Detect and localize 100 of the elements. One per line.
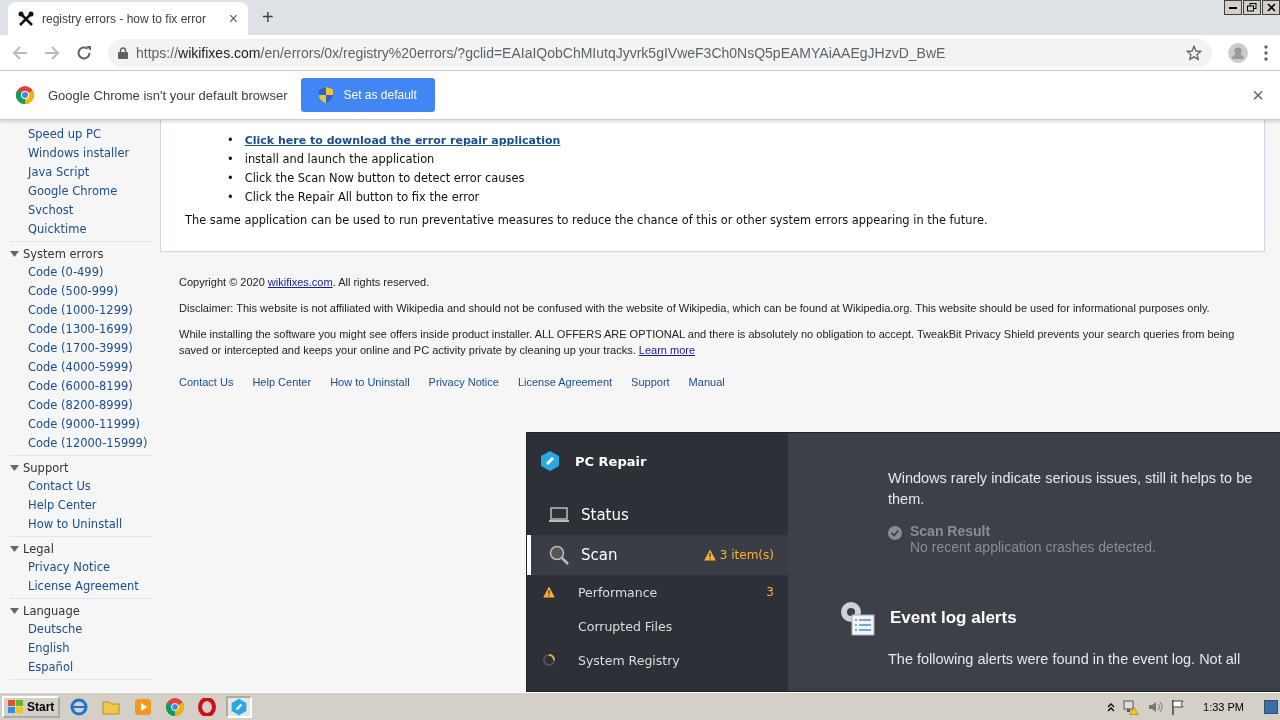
app-title: PC Repair xyxy=(575,453,647,469)
folder-icon xyxy=(102,698,121,715)
section-text: The following alerts were found in the event log. Not all xyxy=(888,651,1242,667)
restore-icon xyxy=(1247,3,1257,12)
nav-item[interactable]: Scan 3 item(s) xyxy=(527,535,788,575)
sidebar-link[interactable]: Code (4000-5999) xyxy=(10,358,152,377)
sidebar-link[interactable]: Java Script xyxy=(10,163,152,182)
nav-sublabel[interactable]: Corrupted Files xyxy=(578,618,673,634)
instruction-step: install and launch the application xyxy=(244,150,435,169)
disclaimer-text: Disclaimer: This website is not affiliated with Wikipedia and should not be confused with the website of Wikipedia, which can be found at Wikipedia.org. This website should be used for informational purposes only. xyxy=(179,301,1211,316)
address-field[interactable]: https://wikifixes.com/en/errors/0x/registry%20errors/?gclid=EAIaIQobChMIutqJyvrk5gIVweF3Ch0NsQ5pEAMYAiAAEgJHzvD_BwE xyxy=(108,38,1212,67)
nav-sublabel[interactable]: Performance xyxy=(578,584,658,600)
sidebar-section-title[interactable]: Support xyxy=(23,460,69,475)
expand-triangle-icon[interactable] xyxy=(10,545,19,552)
sidebar-link[interactable]: Google Chrome xyxy=(10,182,152,201)
sidebar-link[interactable]: Code (9000-11999) xyxy=(10,415,152,434)
close-button[interactable] xyxy=(1262,0,1280,15)
show-desktop-icon[interactable] xyxy=(1264,699,1278,714)
sidebar-link[interactable]: Code (500-999) xyxy=(10,282,152,301)
restore-button[interactable] xyxy=(1243,0,1261,15)
chevron-up-icon[interactable] xyxy=(1107,701,1116,712)
instruction-step: Click the Scan Now button to detect error causes xyxy=(244,169,525,188)
lock-icon xyxy=(118,46,128,59)
chrome-logo-icon xyxy=(16,86,34,104)
sidebar-link[interactable]: Code (0-499) xyxy=(10,263,152,282)
footer-link[interactable]: Contact Us xyxy=(179,376,234,388)
new-tab-button[interactable]: + xyxy=(262,6,274,29)
sidebar-link[interactable]: Svchost xyxy=(10,201,152,220)
note-text: The same application can be used to run preventative measures to reduce the chance of this or other system errors appearing in the future. xyxy=(185,213,989,227)
sidebar-link[interactable]: License Agreement xyxy=(10,577,152,596)
profile-icon[interactable] xyxy=(1228,42,1248,63)
check-circle-icon xyxy=(888,526,902,540)
minimize-button[interactable] xyxy=(1224,0,1242,15)
nav-item[interactable]: Status xyxy=(527,495,788,535)
sidebar-link[interactable]: Speed up PC xyxy=(10,125,152,144)
sidebar-link[interactable]: Windows installer xyxy=(10,144,152,163)
nav-sublabel[interactable]: System Registry xyxy=(578,652,680,668)
expand-triangle-icon[interactable] xyxy=(10,607,19,614)
items-count: 3 item(s) xyxy=(719,548,774,562)
globe-icon xyxy=(70,697,89,716)
nav-label: Scan xyxy=(581,546,618,564)
sidebar-link[interactable]: Code (12000-15999) xyxy=(10,434,152,453)
sidebar-link[interactable]: Privacy Notice xyxy=(10,558,152,577)
sidebar-section-title[interactable]: System errors xyxy=(23,246,104,261)
sidebar-link[interactable]: How to Uninstall xyxy=(10,515,152,534)
site-link[interactable]: wikifixes.com xyxy=(267,276,333,288)
bullet: • xyxy=(227,151,234,168)
description-text: Windows rarely indicate serious issues, still it helps to be xyxy=(888,469,1254,488)
chrome-icon xyxy=(166,697,185,716)
footer-link[interactable]: Help Center xyxy=(252,376,312,388)
reload-icon[interactable] xyxy=(76,44,92,61)
description-text: them. xyxy=(888,490,926,509)
bullet: • xyxy=(227,189,234,206)
sidebar-section-title[interactable]: Legal xyxy=(23,541,54,556)
browser-tab[interactable]: registry errors - how to fix error × xyxy=(8,2,248,35)
sidebar-link[interactable]: Contact Us xyxy=(10,477,152,496)
bullet: • xyxy=(227,132,234,149)
expand-triangle-icon[interactable] xyxy=(10,250,19,257)
network-warning-icon[interactable] xyxy=(1123,698,1140,715)
download-link[interactable]: Click here to download the error repair application xyxy=(244,131,561,150)
result-title: Scan Result xyxy=(910,523,992,539)
sidebar-link[interactable]: Español xyxy=(10,658,152,677)
footer-link[interactable]: License Agreement xyxy=(517,376,613,388)
result-text: No recent application crashes detected. xyxy=(910,539,1156,555)
issue-count: 3 xyxy=(766,585,774,599)
section-title: Event log alerts xyxy=(890,608,1017,628)
sidebar-link[interactable]: English xyxy=(10,639,152,658)
learn-more-link[interactable]: Learn more xyxy=(638,344,696,356)
sidebar-link[interactable]: Deutsche xyxy=(10,620,152,639)
footer-link[interactable]: Manual xyxy=(688,376,725,388)
shield-icon xyxy=(319,87,334,103)
star-icon[interactable] xyxy=(1186,44,1202,61)
sidebar-section-title[interactable]: Language xyxy=(23,603,80,618)
footer-link[interactable]: Support xyxy=(631,376,670,388)
warning-icon xyxy=(703,549,716,561)
laptop-icon xyxy=(549,507,569,523)
bullet: • xyxy=(227,170,234,187)
search-icon xyxy=(549,545,569,565)
sidebar-link[interactable]: Code (8200-8999) xyxy=(10,396,152,415)
infobar-close-button[interactable]: × xyxy=(1252,83,1264,107)
sidebar-link[interactable]: Code (1000-1299) xyxy=(10,301,152,320)
flag-icon[interactable] xyxy=(1171,698,1186,715)
tab-close-button[interactable]: × xyxy=(228,9,238,28)
set-default-button[interactable]: Set as default xyxy=(301,78,435,112)
sidebar-link[interactable]: Quicktime xyxy=(10,220,152,239)
sidebar-link[interactable]: Help Center xyxy=(10,496,152,515)
sidebar-link[interactable]: Code (6000-8199) xyxy=(10,377,152,396)
menu-icon[interactable] xyxy=(1264,44,1268,61)
url-text: https://wikifixes.com/en/errors/0x/registry%20errors/?gclid=EAIaIQobChMIutqJyvrk5gIVweF3Ch0NsQ5pEAMYAiAAEgJHzvD_BwE xyxy=(136,44,946,61)
pc-repair-taskbar-icon[interactable] xyxy=(226,695,253,718)
footer-link[interactable]: How to Uninstall xyxy=(330,376,410,388)
clock-text[interactable]: 1:33 PM xyxy=(1203,700,1244,713)
expand-triangle-icon[interactable] xyxy=(10,464,19,471)
footer-link[interactable]: Privacy Notice xyxy=(428,376,499,388)
sidebar-link[interactable]: Code (1700-3999) xyxy=(10,339,152,358)
windows-logo-icon xyxy=(8,699,24,714)
app-logo-icon xyxy=(230,697,249,716)
sidebar-link[interactable]: Code (1300-1699) xyxy=(10,320,152,339)
play-icon xyxy=(134,697,153,716)
start-button[interactable]: Start xyxy=(2,695,61,718)
